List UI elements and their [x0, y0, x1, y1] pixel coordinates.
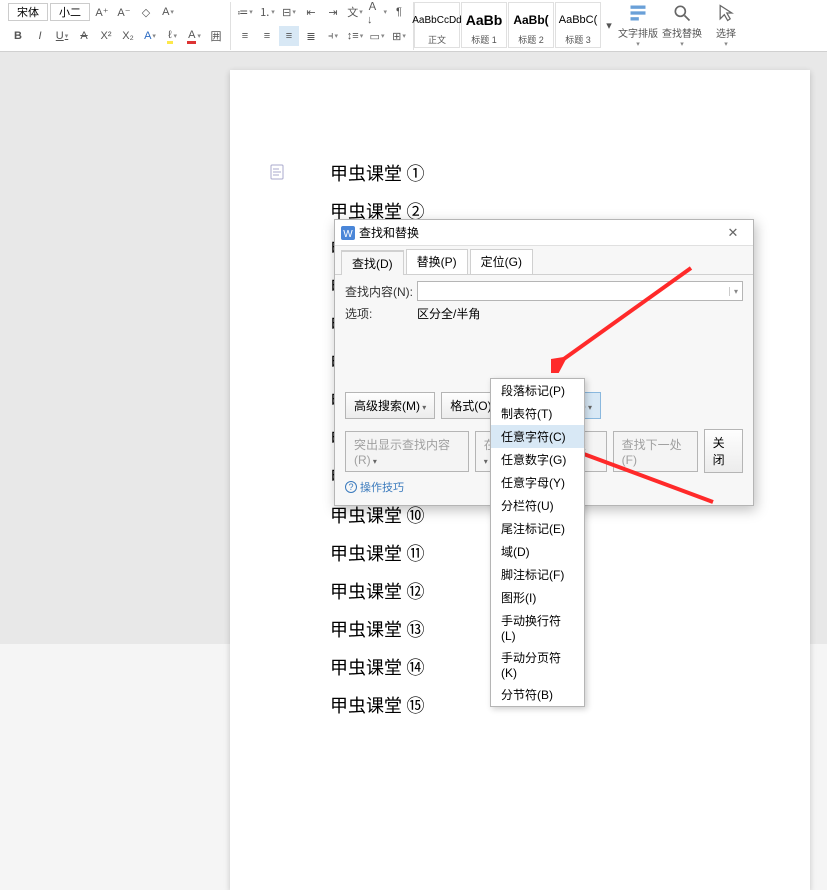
- text-layout-button[interactable]: 文字排版: [616, 2, 660, 48]
- borders-icon[interactable]: ⊞: [389, 26, 409, 46]
- change-case-icon[interactable]: A: [158, 2, 178, 22]
- strike-icon[interactable]: A: [74, 26, 94, 46]
- multilevel-icon[interactable]: ⊟: [279, 2, 299, 22]
- menu-item[interactable]: 图形(I): [491, 586, 584, 609]
- bullets-icon[interactable]: ≔: [235, 2, 255, 22]
- tip-icon: ?: [345, 481, 357, 493]
- style-h3-preview: AaBbC(: [559, 5, 598, 33]
- line-spacing-icon[interactable]: ↕≡: [345, 26, 365, 46]
- text-effect-icon[interactable]: A: [140, 26, 160, 46]
- options-value: 区分全/半角: [417, 305, 480, 322]
- menu-item[interactable]: 任意数字(G): [491, 448, 584, 471]
- find-replace-label: 查找替换: [662, 25, 702, 40]
- dialog-title: 查找和替换: [359, 224, 419, 241]
- app-icon: W: [341, 226, 355, 240]
- style-normal-label: 正文: [428, 33, 446, 46]
- phonetic-icon[interactable]: 囲: [206, 26, 226, 46]
- advanced-search-button[interactable]: 高级搜索(M): [345, 392, 435, 419]
- menu-item[interactable]: 任意字符(C): [491, 425, 584, 448]
- close-icon[interactable]: ✕: [719, 225, 747, 241]
- find-replace-button[interactable]: 查找替换: [660, 2, 704, 48]
- text-layout-icon: [628, 3, 648, 23]
- tab-find[interactable]: 查找(D): [341, 250, 404, 275]
- style-h1-preview: AaBb: [466, 5, 503, 33]
- menu-item[interactable]: 尾注标记(E): [491, 517, 584, 540]
- find-content-input[interactable]: [417, 281, 743, 301]
- paragraph-group: ≔ ⒈ ⊟ ⇤ ⇥ 文 Ａ↓ ¶ ≡ ≡ ≡ ≣ ⫞ ↕≡ ▭ ⊞: [231, 2, 414, 50]
- shrink-font-icon[interactable]: A⁻: [114, 2, 134, 22]
- styles-more-icon[interactable]: ▾: [602, 2, 616, 48]
- sort-icon[interactable]: Ａ↓: [367, 2, 387, 22]
- superscript-icon[interactable]: X²: [96, 26, 116, 46]
- distributed-icon[interactable]: ⫞: [323, 26, 343, 46]
- grow-font-icon[interactable]: A⁺: [92, 2, 112, 22]
- menu-item[interactable]: 制表符(T): [491, 402, 584, 425]
- shading-icon[interactable]: ▭: [367, 26, 387, 46]
- font-name-combo[interactable]: 宋体: [8, 3, 48, 21]
- select-button[interactable]: 选择: [704, 2, 748, 48]
- subscript-icon[interactable]: X₂: [118, 26, 138, 46]
- menu-item[interactable]: 域(D): [491, 540, 584, 563]
- align-center-icon[interactable]: ≡: [257, 26, 277, 46]
- menu-item[interactable]: 手动换行符(L): [491, 609, 584, 646]
- dialog-titlebar[interactable]: W 查找和替换 ✕: [335, 220, 753, 246]
- underline-icon[interactable]: U: [52, 26, 72, 46]
- style-normal[interactable]: AaBbCcDd 正文: [414, 2, 460, 48]
- font-group: 宋体 小二 A⁺ A⁻ ◇ A B I U A X² X₂ A ℓ A 囲: [4, 2, 231, 50]
- special-format-menu: 段落标记(P)制表符(T)任意字符(C)任意数字(G)任意字母(Y)分栏符(U)…: [490, 378, 585, 707]
- document-line[interactable]: 甲虫课堂 ①: [330, 160, 750, 186]
- font-size-combo[interactable]: 小二: [50, 3, 90, 21]
- close-button[interactable]: 关闭: [704, 429, 743, 473]
- text-direction-icon[interactable]: 文: [345, 2, 365, 22]
- styles-gallery: AaBbCcDd 正文 AaBb 标题 1 AaBb( 标题 2 AaBbC( …: [414, 2, 616, 48]
- clear-format-icon[interactable]: ◇: [136, 2, 156, 22]
- tab-goto[interactable]: 定位(G): [470, 249, 533, 274]
- select-label: 选择: [716, 25, 736, 40]
- italic-icon[interactable]: I: [30, 26, 50, 46]
- style-h3-label: 标题 3: [565, 33, 591, 46]
- style-h2-label: 标题 2: [518, 33, 544, 46]
- style-heading1[interactable]: AaBb 标题 1: [461, 2, 507, 48]
- decrease-indent-icon[interactable]: ⇤: [301, 2, 321, 22]
- page-thumb-icon: [270, 164, 284, 180]
- cursor-icon: [716, 3, 736, 23]
- style-h1-label: 标题 1: [471, 33, 497, 46]
- align-left-icon[interactable]: ≡: [235, 26, 255, 46]
- text-layout-label: 文字排版: [618, 25, 658, 40]
- tips-label: 操作技巧: [360, 479, 404, 495]
- style-normal-preview: AaBbCcDd: [412, 5, 461, 33]
- style-heading3[interactable]: AaBbC( 标题 3: [555, 2, 601, 48]
- menu-item[interactable]: 脚注标记(F): [491, 563, 584, 586]
- highlight-results-button[interactable]: 突出显示查找内容(R): [345, 431, 469, 472]
- find-content-label: 查找内容(N):: [345, 283, 417, 300]
- numbering-icon[interactable]: ⒈: [257, 2, 277, 22]
- style-heading2[interactable]: AaBb( 标题 2: [508, 2, 554, 48]
- menu-item[interactable]: 分节符(B): [491, 683, 584, 706]
- menu-item[interactable]: 手动分页符(K): [491, 646, 584, 683]
- justify-icon[interactable]: ≣: [301, 26, 321, 46]
- menu-item[interactable]: 段落标记(P): [491, 379, 584, 402]
- dialog-tabs: 查找(D) 替换(P) 定位(G): [335, 246, 753, 275]
- magnifier-icon: [672, 3, 692, 23]
- find-next-button[interactable]: 查找下一处(F): [613, 431, 698, 472]
- align-right-icon[interactable]: ≡: [279, 26, 299, 46]
- options-label: 选项:: [345, 305, 417, 322]
- menu-item[interactable]: 任意字母(Y): [491, 471, 584, 494]
- ribbon-toolbar: 宋体 小二 A⁺ A⁻ ◇ A B I U A X² X₂ A ℓ A 囲 ≔ …: [0, 0, 827, 52]
- svg-text:W: W: [343, 229, 353, 240]
- highlight-icon[interactable]: ℓ: [162, 26, 182, 46]
- bold-icon[interactable]: B: [8, 26, 28, 46]
- tab-replace[interactable]: 替换(P): [406, 249, 468, 274]
- show-marks-icon[interactable]: ¶: [389, 2, 409, 22]
- font-color-icon[interactable]: A: [184, 26, 204, 46]
- style-h2-preview: AaBb(: [513, 5, 548, 33]
- menu-item[interactable]: 分栏符(U): [491, 494, 584, 517]
- increase-indent-icon[interactable]: ⇥: [323, 2, 343, 22]
